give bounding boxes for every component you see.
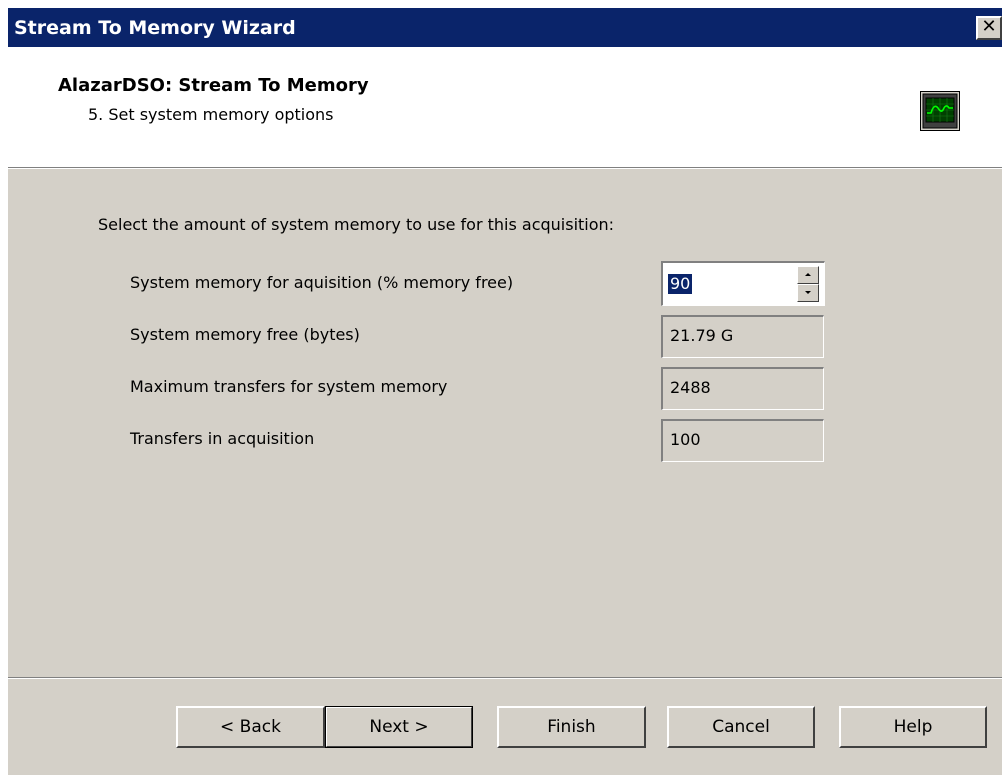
max-transfers-label: Maximum transfers for system memory xyxy=(130,377,448,396)
window-title: Stream To Memory Wizard xyxy=(14,17,296,39)
transfers-label: Transfers in acquisition xyxy=(130,429,315,448)
spin-down-button[interactable] xyxy=(797,284,819,302)
oscilloscope-icon xyxy=(920,91,960,131)
cancel-button[interactable]: Cancel xyxy=(667,706,815,748)
wizard-header: AlazarDSO: Stream To Memory 5. Set syste… xyxy=(8,47,1002,167)
max-transfers-field: 2488 xyxy=(661,367,824,410)
wizard-window: Stream To Memory Wizard ✕ AlazarDSO: Str… xyxy=(8,8,1002,775)
arrow-up-icon xyxy=(805,273,811,276)
next-button[interactable]: Next > xyxy=(325,706,473,748)
finish-button[interactable]: Finish xyxy=(497,706,646,748)
spin-up-button[interactable] xyxy=(797,266,819,284)
header-title: AlazarDSO: Stream To Memory xyxy=(58,75,369,96)
close-button[interactable]: ✕ xyxy=(976,16,1002,40)
memory-free-field: 21.79 G xyxy=(661,315,824,358)
close-icon: ✕ xyxy=(981,16,997,37)
header-divider xyxy=(8,167,1002,169)
header-subtitle: 5. Set system memory options xyxy=(88,105,334,124)
instruction-text: Select the amount of system memory to us… xyxy=(98,215,615,234)
transfers-field: 100 xyxy=(661,419,824,462)
memory-percent-value[interactable]: 90 xyxy=(668,274,693,294)
title-bar[interactable]: Stream To Memory Wizard ✕ xyxy=(8,8,1002,47)
arrow-down-icon xyxy=(805,291,811,294)
back-button[interactable]: < Back xyxy=(176,706,325,748)
memory-percent-stepper[interactable]: 90 xyxy=(661,261,825,306)
footer-divider xyxy=(8,677,1002,679)
memory-percent-label: System memory for aquisition (% memory f… xyxy=(130,273,514,292)
memory-free-label: System memory free (bytes) xyxy=(130,325,360,344)
help-button[interactable]: Help xyxy=(839,706,987,748)
